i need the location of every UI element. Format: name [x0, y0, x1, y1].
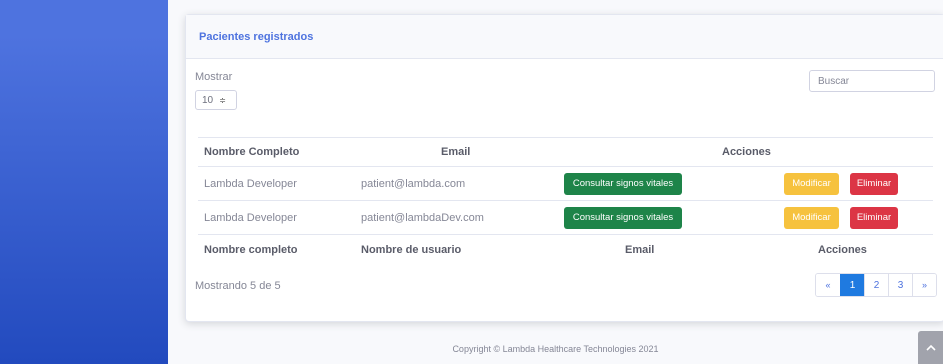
header-full-name: Nombre Completo: [204, 146, 300, 158]
table-header-row: Nombre Completo Email Acciones: [198, 137, 933, 166]
table-row: Lambda Developer patient@lambda.com Cons…: [198, 166, 933, 200]
sidebar: [0, 0, 168, 364]
pagination-page-1[interactable]: 1: [840, 274, 864, 296]
table-footer-row: Nombre completo Nombre de usuario Email …: [198, 234, 933, 265]
header-email: Email: [441, 146, 471, 158]
records-summary: Mostrando 5 de 5: [195, 280, 281, 292]
patient-email: patient@lambdaDev.com: [361, 211, 484, 224]
page-size-select[interactable]: 10 ≑: [195, 90, 237, 110]
search-input[interactable]: Buscar: [809, 70, 935, 92]
copyright-footer: Copyright © Lambda Healthcare Technologi…: [452, 344, 659, 354]
pagination-page-2[interactable]: 2: [864, 274, 888, 296]
edit-button[interactable]: Modificar: [784, 206, 839, 229]
search-placeholder: Buscar: [818, 75, 850, 87]
footer-username: Nombre de usuario: [361, 244, 462, 256]
show-label: Mostrar: [195, 71, 233, 83]
delete-button[interactable]: Eliminar: [850, 172, 898, 195]
footer-full-name: Nombre completo: [204, 244, 298, 256]
delete-button[interactable]: Eliminar: [850, 206, 898, 229]
table-row: Lambda Developer patient@lambdaDev.com C…: [198, 200, 933, 234]
page-size-value: 10: [202, 94, 214, 106]
scroll-to-top-button[interactable]: [918, 331, 943, 364]
patient-email: patient@lambda.com: [361, 177, 466, 190]
pagination-prev[interactable]: «: [816, 274, 840, 296]
consult-vitals-button[interactable]: Consultar signos vitales: [564, 172, 682, 195]
card-header: Pacientes registrados: [186, 15, 943, 59]
patient-name: Lambda Developer: [204, 177, 297, 190]
footer-actions: Acciones: [818, 244, 867, 256]
card-title: Pacientes registrados: [199, 30, 314, 43]
pagination-next[interactable]: »: [912, 274, 936, 296]
sort-caret-icon: ≑: [219, 95, 226, 105]
chevron-up-icon: [925, 344, 936, 351]
footer-email: Email: [625, 244, 655, 256]
edit-button[interactable]: Modificar: [784, 172, 839, 195]
patients-table: Nombre Completo Email Acciones Lambda De…: [198, 137, 933, 265]
pagination: « 1 2 3 »: [815, 273, 937, 297]
patients-card: Pacientes registrados Mostrar 10 ≑ Busca…: [185, 14, 943, 322]
header-actions: Acciones: [722, 146, 771, 158]
patient-name: Lambda Developer: [204, 211, 297, 224]
consult-vitals-button[interactable]: Consultar signos vitales: [564, 206, 682, 229]
pagination-page-3[interactable]: 3: [888, 274, 912, 296]
